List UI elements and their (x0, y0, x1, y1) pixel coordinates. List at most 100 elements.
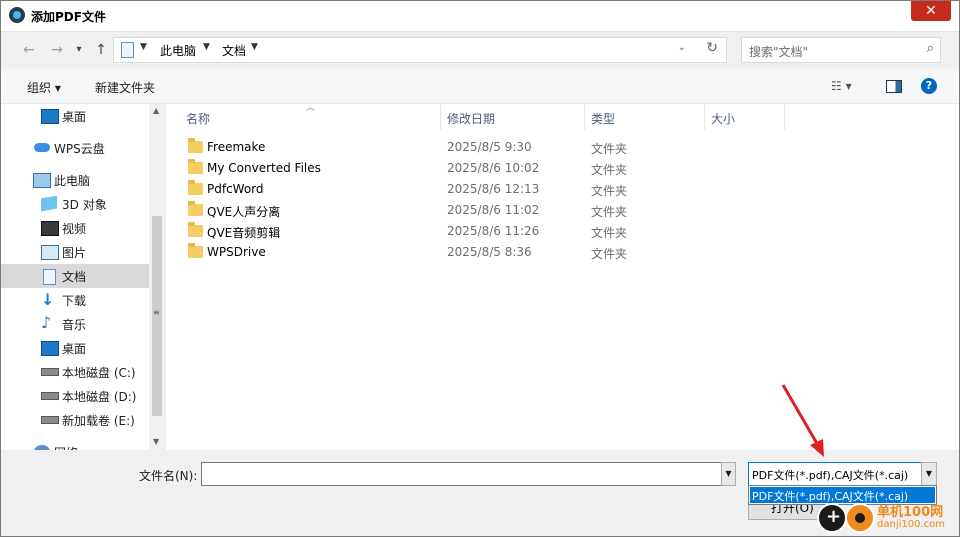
file-row[interactable]: QVE人声分离 2025/8/6 11:02 文件夹 (184, 200, 804, 221)
sidebar-item-videos[interactable]: 视频 (1, 216, 149, 240)
sidebar-item-documents[interactable]: 文档 (1, 264, 149, 288)
sidebar-item-label: 下载 (62, 294, 87, 308)
sidebar-item-wps-cloud[interactable]: WPS云盘 (1, 136, 149, 160)
file-row[interactable]: WPSDrive 2025/8/5 8:36 文件夹 (184, 242, 804, 263)
sidebar-item-3d-objects[interactable]: 3D 对象 (1, 192, 149, 216)
file-date: 2025/8/6 12:13 (447, 182, 540, 196)
file-type: 文件夹 (591, 226, 628, 240)
3d-objects-icon (41, 195, 57, 212)
download-icon: ↓ (41, 290, 55, 309)
sidebar-scrollbar[interactable]: ▲ ≡ ▼ (149, 104, 166, 450)
pictures-icon (41, 245, 59, 260)
filetype-selected-value: PDF文件(*.pdf),CAJ文件(*.caj) (752, 469, 909, 482)
documents-icon (121, 42, 134, 58)
preview-pane-icon[interactable] (886, 80, 902, 93)
filetype-select[interactable]: PDF文件(*.pdf),CAJ文件(*.caj) (748, 462, 925, 486)
filename-label: 文件名(N): (139, 469, 198, 483)
search-box[interactable]: 搜索"文档" ⌕ (741, 37, 941, 63)
column-header-name[interactable]: 名称 (186, 110, 210, 127)
cloud-icon (34, 143, 50, 152)
sidebar-item-label: 本地磁盘 (C:) (62, 366, 136, 380)
sidebar-item-network[interactable]: 网络 (1, 440, 149, 450)
watermark-title: 单机100网 (877, 505, 944, 520)
folder-icon (188, 159, 203, 174)
file-type: 文件夹 (591, 205, 628, 219)
desktop-icon (41, 341, 59, 356)
sidebar-item-label: WPS云盘 (54, 142, 105, 156)
file-list: ︿ 名称 修改日期 类型 大小 Freemake 2025/8/5 9:30 文… (166, 103, 959, 450)
chevron-down-icon[interactable]: ▼ (251, 42, 258, 52)
scroll-down-arrow-icon[interactable]: ▼ (153, 437, 159, 446)
folder-icon (188, 222, 203, 237)
scrollbar-thumb[interactable]: ≡ (152, 216, 162, 416)
sidebar-item-downloads[interactable]: ↓ 下载 (1, 288, 149, 312)
organize-button[interactable]: 组织 ▾ (27, 79, 61, 96)
sidebar-item-drive-e[interactable]: 新加载卷 (E:) (1, 408, 149, 432)
sidebar-item-drive-c[interactable]: 本地磁盘 (C:) (1, 360, 149, 384)
breadcrumb-documents[interactable]: 文档 (222, 42, 246, 59)
filename-input[interactable] (201, 462, 722, 486)
column-header-size[interactable]: 大小 (711, 110, 735, 127)
sidebar-item-label: 文档 (62, 270, 87, 284)
sidebar-item-desktop-2[interactable]: 桌面 (1, 336, 149, 360)
sidebar-item-label: 图片 (62, 246, 87, 260)
file-type: 文件夹 (591, 184, 628, 198)
up-button[interactable]: ↑ (91, 40, 111, 60)
file-row[interactable]: QVE音频剪辑 2025/8/6 11:26 文件夹 (184, 221, 804, 242)
file-date: 2025/8/6 11:26 (447, 224, 540, 238)
folder-icon (188, 243, 203, 258)
command-toolbar: 组织 ▾ 新建文件夹 ☷ ▾ ? (1, 69, 959, 104)
drive-icon (41, 368, 59, 376)
filename-dropdown-button[interactable]: ▼ (721, 462, 736, 486)
file-row[interactable]: Freemake 2025/8/5 9:30 文件夹 (184, 137, 804, 158)
file-row[interactable]: PdfcWord 2025/8/6 12:13 文件夹 (184, 179, 804, 200)
sidebar-item-label: 桌面 (62, 110, 87, 124)
navigation-pane: 桌面 WPS云盘 此电脑 3D 对象 视频 图片 文档 ↓ 下载 ♪ 音乐 桌面… (1, 104, 166, 450)
sidebar-item-label: 本地磁盘 (D:) (62, 390, 137, 404)
new-folder-button[interactable]: 新建文件夹 (95, 79, 155, 96)
chevron-down-icon[interactable]: ▼ (140, 42, 147, 52)
breadcrumb-this-pc[interactable]: 此电脑 (160, 42, 196, 59)
folder-icon (188, 180, 203, 195)
computer-icon (33, 173, 51, 188)
address-history-chevron-icon[interactable]: ⌄ (678, 42, 686, 53)
file-date: 2025/8/6 11:02 (447, 203, 540, 217)
watermark-logo: 单机100网 danji100.com (813, 498, 959, 536)
recent-locations-button[interactable]: ▾ (69, 40, 89, 60)
filetype-dropdown-button[interactable]: ▼ (921, 462, 937, 486)
folder-icon (188, 138, 203, 153)
address-bar[interactable]: ▼ 此电脑 ▼ 文档 ▼ ⌄ ↻ (113, 37, 727, 63)
window-title: 添加PDF文件 (31, 10, 106, 24)
navigation-bar: ← → ▾ ↑ ▼ 此电脑 ▼ 文档 ▼ ⌄ ↻ 搜索"文档" ⌕ (1, 32, 959, 68)
file-name: PdfcWord (207, 182, 264, 196)
sidebar-item-label: 3D 对象 (62, 198, 107, 212)
drive-icon (41, 392, 59, 400)
file-name: Freemake (207, 140, 266, 154)
forward-button[interactable]: → (47, 40, 67, 60)
app-logo-icon (9, 7, 25, 23)
back-button[interactable]: ← (19, 40, 39, 60)
refresh-icon[interactable]: ↻ (706, 40, 718, 56)
scroll-up-arrow-icon[interactable]: ▲ (153, 106, 159, 115)
title-bar: 添加PDF文件 ✕ (1, 1, 959, 32)
documents-icon (43, 269, 56, 285)
close-button[interactable]: ✕ (911, 1, 951, 21)
search-icon[interactable]: ⌕ (927, 41, 934, 56)
sidebar-item-label: 音乐 (62, 318, 87, 332)
column-header-date[interactable]: 修改日期 (447, 110, 495, 127)
sidebar-item-this-pc[interactable]: 此电脑 (1, 168, 149, 192)
chevron-down-icon[interactable]: ▼ (203, 42, 210, 52)
sidebar-item-music[interactable]: ♪ 音乐 (1, 312, 149, 336)
help-icon[interactable]: ? (921, 78, 937, 94)
sidebar-item-drive-d[interactable]: 本地磁盘 (D:) (1, 384, 149, 408)
view-options-icon[interactable]: ☷ ▾ (831, 79, 852, 93)
file-date: 2025/8/5 9:30 (447, 140, 532, 154)
sidebar-item-desktop[interactable]: 桌面 (1, 104, 149, 128)
sidebar-item-label: 新加载卷 (E:) (62, 414, 135, 428)
column-header-type[interactable]: 类型 (591, 110, 615, 127)
file-open-dialog: 添加PDF文件 ✕ ← → ▾ ↑ ▼ 此电脑 ▼ 文档 ▼ ⌄ ↻ 搜索"文档… (0, 0, 960, 537)
sidebar-item-pictures[interactable]: 图片 (1, 240, 149, 264)
folder-icon (188, 201, 203, 216)
file-row[interactable]: My Converted Files 2025/8/6 10:02 文件夹 (184, 158, 804, 179)
sidebar-item-label: 桌面 (62, 342, 87, 356)
